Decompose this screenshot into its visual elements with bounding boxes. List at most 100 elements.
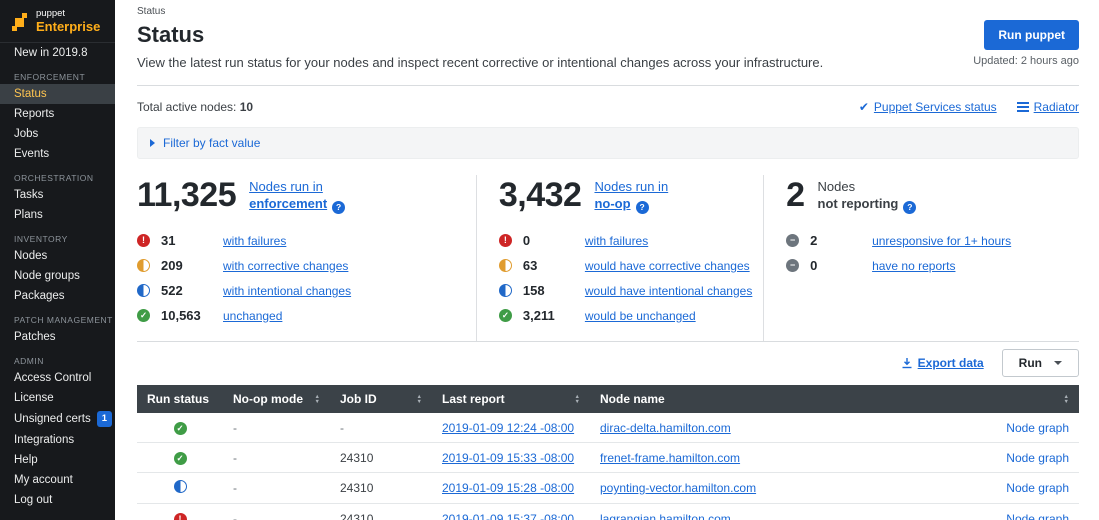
stat-value: 158 <box>522 283 545 298</box>
sidebar-item-tasks[interactable]: Tasks <box>0 185 115 205</box>
run-status-success-icon <box>173 452 187 465</box>
export-data-link[interactable]: Export data <box>901 356 984 370</box>
unresponsive-link[interactable]: unresponsive for 1+ hours <box>872 234 1011 248</box>
failure-icon <box>137 234 150 247</box>
export-data-label[interactable]: Export data <box>918 356 984 370</box>
with-intentional-changes-link[interactable]: with intentional changes <box>223 284 351 298</box>
sidebar-section-inventory: INVENTORY <box>14 234 68 244</box>
sort-icon[interactable]: ▲ ▼ <box>1064 394 1069 405</box>
noop-label: Nodes run in no-op <box>594 177 668 214</box>
sidebar-item-new-in[interactable]: New in 2019.8 <box>0 43 115 63</box>
column-last-report[interactable]: Last report ▲ ▼ <box>432 385 590 413</box>
sidebar-item-my-account[interactable]: My account <box>0 470 115 490</box>
unchanged-link[interactable]: unchanged <box>223 309 282 323</box>
puppet-logo-text: puppet Enterprise <box>36 9 100 35</box>
sidebar-item-node-groups[interactable]: Node groups <box>0 266 115 286</box>
would-have-intentional-changes-link[interactable]: would have intentional changes <box>585 284 752 298</box>
stat-row: 3,211 would be unchanged <box>498 308 753 323</box>
filter-label: Filter by fact value <box>163 136 261 150</box>
stat-row: 522 with intentional changes <box>137 283 466 298</box>
last-report-link[interactable]: 2019-01-09 15:28 -08:00 <box>442 481 574 495</box>
last-report-link[interactable]: 2019-01-09 15:33 -08:00 <box>442 451 574 465</box>
sort-icon[interactable]: ▲ ▼ <box>417 394 422 405</box>
job-id-cell: 24310 <box>330 442 432 473</box>
run-puppet-button[interactable]: Run puppet <box>984 20 1079 50</box>
total-active-nodes: Total active nodes: 10 <box>137 100 253 114</box>
noop-link-line1[interactable]: Nodes run in <box>594 179 668 194</box>
node-name-link[interactable]: poynting-vector.hamilton.com <box>600 481 756 495</box>
sort-icon[interactable]: ▲ ▼ <box>575 394 580 405</box>
run-status-intentional-change-icon <box>173 480 187 493</box>
help-icon[interactable] <box>635 201 649 214</box>
puppet-services-status-label[interactable]: Puppet Services status <box>874 100 997 114</box>
node-name-link[interactable]: dirac-delta.hamilton.com <box>600 421 731 435</box>
with-failures-link[interactable]: with failures <box>223 234 286 248</box>
sidebar-item-plans[interactable]: Plans <box>0 205 115 225</box>
corrective-change-icon <box>498 259 512 272</box>
with-corrective-changes-link[interactable]: with corrective changes <box>223 259 348 273</box>
enforcement-link-line1[interactable]: Nodes run in <box>249 179 323 194</box>
radiator-label[interactable]: Radiator <box>1034 100 1079 114</box>
run-dropdown-button[interactable]: Run <box>1001 349 1079 377</box>
sidebar-item-license[interactable]: License <box>0 388 115 408</box>
unresponsive-icon <box>786 234 800 247</box>
node-name-link[interactable]: frenet-frame.hamilton.com <box>600 451 740 465</box>
puppet-services-status-link[interactable]: ✔ Puppet Services status <box>859 100 997 114</box>
stat-value: 0 <box>522 233 531 248</box>
stat-row: 10,563 unchanged <box>137 308 466 323</box>
total-active-nodes-label: Total active nodes: <box>137 100 237 114</box>
sidebar-item-status[interactable]: Status <box>0 84 115 104</box>
radiator-icon <box>1016 102 1029 112</box>
column-job-id[interactable]: Job ID ▲ ▼ <box>330 385 432 413</box>
puppet-logo[interactable]: puppet Enterprise <box>0 0 115 43</box>
sidebar-section-patch-management: PATCH MANAGEMENT <box>14 315 113 325</box>
node-name-link[interactable]: lagrangian.hamilton.com <box>600 512 731 520</box>
would-have-corrective-changes-link[interactable]: would have corrective changes <box>585 259 750 273</box>
unchanged-icon <box>498 309 512 322</box>
node-graph-link[interactable]: Node graph <box>1006 451 1069 465</box>
no-reports-link[interactable]: have no reports <box>872 259 955 273</box>
sidebar-item-packages[interactable]: Packages <box>0 286 115 306</box>
noop-mode-cell: - <box>223 503 330 520</box>
sidebar-item-reports[interactable]: Reports <box>0 104 115 124</box>
sidebar-item-jobs[interactable]: Jobs <box>0 124 115 144</box>
sort-icon[interactable]: ▲ ▼ <box>315 394 320 405</box>
sidebar-item-integrations[interactable]: Integrations <box>0 430 115 450</box>
noop-link-line2[interactable]: no-op <box>594 196 630 211</box>
column-node-name[interactable]: Node name <box>590 385 987 413</box>
filter-by-fact-value[interactable]: Filter by fact value <box>137 127 1079 159</box>
run-status-success-icon <box>173 422 187 435</box>
sidebar-item-log-out[interactable]: Log out <box>0 490 115 510</box>
sidebar-item-unsigned-certs[interactable]: Unsigned certs 1 <box>0 408 115 430</box>
overview-row: Total active nodes: 10 ✔ Puppet Services… <box>137 86 1079 127</box>
help-icon[interactable] <box>332 201 346 214</box>
sidebar-item-access-control[interactable]: Access Control <box>0 368 115 388</box>
stat-row: 0 have no reports <box>786 258 1069 273</box>
sidebar-item-help[interactable]: Help <box>0 450 115 470</box>
noop-count: 3,432 <box>498 176 582 214</box>
sidebar-item-patches[interactable]: Patches <box>0 327 115 347</box>
download-icon <box>902 358 912 369</box>
sidebar-section-orchestration: ORCHESTRATION <box>14 173 94 183</box>
would-be-unchanged-link[interactable]: would be unchanged <box>585 309 696 323</box>
node-graph-link[interactable]: Node graph <box>1006 421 1069 435</box>
stat-value: 522 <box>161 283 183 298</box>
help-icon[interactable] <box>903 201 917 214</box>
last-report-link[interactable]: 2019-01-09 15:37 -08:00 <box>442 512 574 520</box>
failure-icon <box>498 234 512 247</box>
puppet-enterprise-console: puppet Enterprise New in 2019.8 ENFORCEM… <box>0 0 1099 520</box>
sidebar-item-nodes[interactable]: Nodes <box>0 246 115 266</box>
node-graph-link[interactable]: Node graph <box>1006 512 1069 520</box>
breadcrumb[interactable]: Status <box>137 0 1079 17</box>
job-id-cell: 24310 <box>330 472 432 504</box>
sidebar-item-events[interactable]: Events <box>0 144 115 164</box>
column-node-graph[interactable]: ▲ ▼ <box>987 385 1079 413</box>
radiator-link[interactable]: Radiator <box>1016 100 1079 114</box>
not-reporting-text: not reporting <box>817 196 899 211</box>
column-noop-mode[interactable]: No-op mode ▲ ▼ <box>223 385 330 413</box>
enforcement-link-line2[interactable]: enforcement <box>249 196 327 211</box>
with-failures-link[interactable]: with failures <box>585 234 648 248</box>
last-report-link[interactable]: 2019-01-09 12:24 -08:00 <box>442 421 574 435</box>
main-content: Status Status View the latest run status… <box>115 0 1099 520</box>
node-graph-link[interactable]: Node graph <box>1006 481 1069 495</box>
